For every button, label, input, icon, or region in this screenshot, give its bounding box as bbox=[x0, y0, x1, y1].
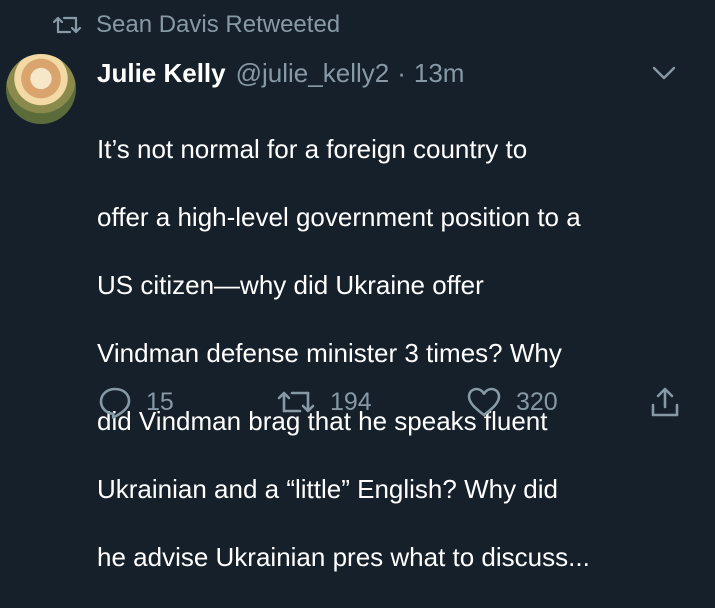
retweet-icon bbox=[277, 391, 315, 413]
share-icon bbox=[651, 387, 679, 417]
retweet-icon bbox=[52, 14, 82, 36]
share-button[interactable] bbox=[650, 385, 680, 419]
retweet-context-text: Sean Davis Retweeted bbox=[96, 11, 341, 38]
tweet-text: It’s not normal for a foreign country to… bbox=[97, 98, 697, 608]
chevron-down-icon[interactable] bbox=[651, 64, 677, 82]
tweet-line: Vindman defense minister 3 times? Why bbox=[97, 338, 562, 368]
tweet-line: he advise Ukrainian pres what to discuss… bbox=[97, 542, 590, 572]
like-button[interactable]: 320 bbox=[466, 386, 558, 418]
retweet-count: 194 bbox=[330, 387, 372, 416]
reply-icon bbox=[99, 387, 131, 419]
like-count: 320 bbox=[516, 387, 558, 416]
tweet-actions: 15 194 320 bbox=[98, 382, 695, 422]
tweet-line: It’s not normal for a foreign country to bbox=[97, 134, 528, 164]
tweet-header: Julie Kelly @julie_kelly2 · 13m bbox=[97, 56, 685, 90]
separator-dot: · bbox=[397, 58, 406, 88]
avatar[interactable] bbox=[6, 54, 76, 124]
tweet-line: offer a high-level government position t… bbox=[97, 202, 581, 232]
retweet-context[interactable]: Sean Davis Retweeted bbox=[52, 8, 340, 42]
author-handle[interactable]: @julie_kelly2 bbox=[236, 56, 390, 90]
author-name[interactable]: Julie Kelly bbox=[97, 56, 226, 90]
reply-count: 15 bbox=[146, 387, 174, 416]
reply-button[interactable]: 15 bbox=[98, 385, 174, 419]
tweet-line: US citizen—why did Ukraine offer bbox=[97, 270, 484, 300]
timestamp[interactable]: 13m bbox=[414, 56, 465, 90]
tweet-line: Ukrainian and a “little” English? Why di… bbox=[97, 474, 558, 504]
heart-icon bbox=[467, 387, 501, 417]
retweet-button[interactable]: 194 bbox=[276, 387, 372, 417]
